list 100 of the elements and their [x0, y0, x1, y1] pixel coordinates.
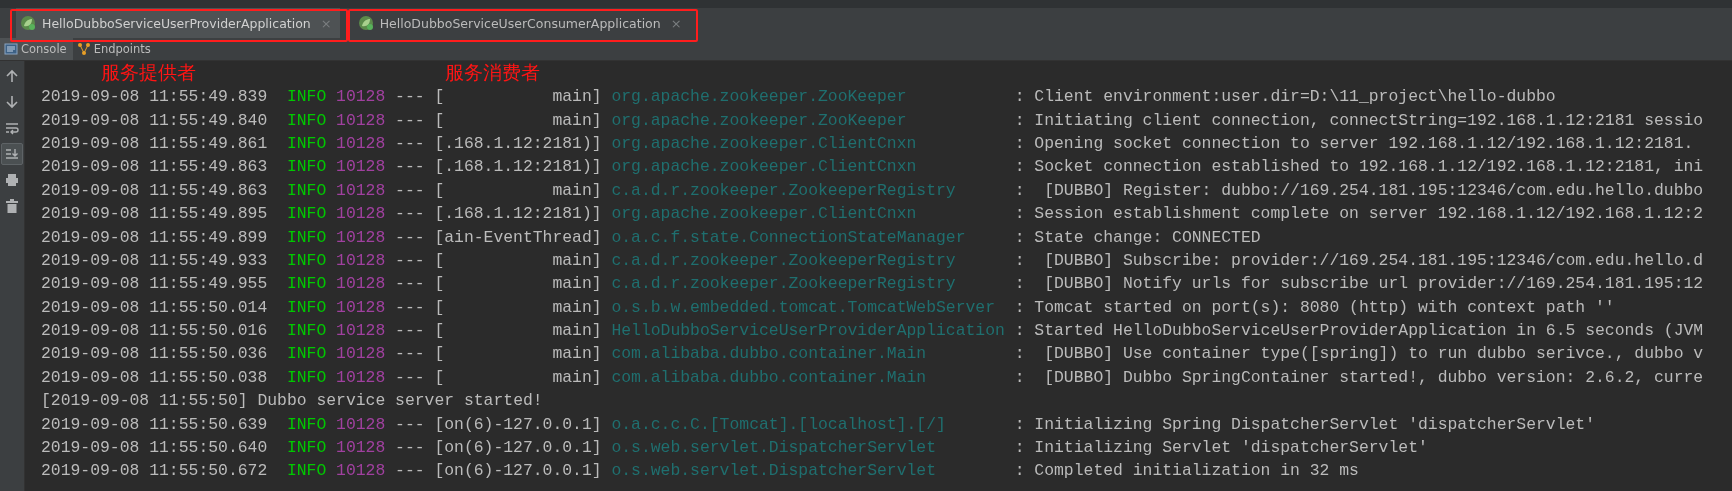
timestamp-text: 2019-09-08 11:55:50.016: [41, 321, 268, 341]
thread-text: [ main]: [434, 110, 602, 130]
log-level-text: INFO: [286, 110, 327, 130]
logger-name-text: o.s.web.servlet.DispatcherServlet: [611, 438, 937, 458]
timestamp-text: 2019-09-08 11:55:50.639: [41, 414, 268, 434]
thread-text: [on(6)-127.0.0.1]: [434, 438, 602, 458]
logger-name-text: o.a.c.f.state.ConnectionStateManager: [611, 227, 967, 247]
timestamp-text: 2019-09-08 11:55:49.861: [41, 133, 268, 153]
log-message-text: : Initializing Servlet 'dispatcherServlet': [1014, 438, 1428, 458]
thread-text: [ main]: [434, 250, 602, 270]
log-line-text: [2019-09-08 11:55:50] Dubbo service server started!: [41, 391, 543, 411]
log-message-text: : [DUBBO] Subscribe: provider://169.254.181.195:12346/com.edu.hello.d: [1014, 250, 1704, 270]
pid-text: 10128: [336, 367, 386, 387]
separator-text: ---: [395, 414, 425, 434]
log-message-text: : [DUBBO] Notify urls for subscribe url provider://169.254.181.195:12: [1014, 274, 1704, 294]
thread-text: [ main]: [434, 321, 602, 341]
logger-name-text: org.apache.zookeeper.ZooKeeper: [611, 110, 908, 130]
logger-name-text: c.a.d.r.zookeeper.ZookeeperRegistry: [611, 180, 957, 200]
annotation-text: 服务消费者: [445, 63, 540, 82]
separator-text: ---: [395, 321, 425, 341]
pid-text: 10128: [336, 227, 386, 247]
logger-name-text: com.alibaba.dubbo.container.Main: [611, 367, 928, 387]
timestamp-text: 2019-09-08 11:55:49.899: [41, 227, 268, 247]
run-tab[interactable]: HelloDubboServiceUserConsumerApplication ×: [353, 8, 690, 38]
thread-text: [ main]: [434, 180, 602, 200]
pid-text: 10128: [336, 87, 386, 107]
trash-icon: [5, 199, 19, 213]
thread-text: [.168.1.12:2181)]: [434, 157, 602, 177]
console-icon: [4, 42, 18, 56]
down-arrow-icon: [5, 95, 19, 109]
logger-name-text: c.a.d.r.zookeeper.ZookeeperRegistry: [611, 274, 957, 294]
console-tab[interactable]: Console: [0, 38, 73, 60]
pid-text: 10128: [336, 110, 386, 130]
separator-text: ---: [395, 367, 425, 387]
timestamp-text: 2019-09-08 11:55:49.863: [41, 157, 268, 177]
pid-text: 10128: [336, 461, 386, 481]
log-message-text: : Completed initialization in 32 ms: [1014, 461, 1359, 481]
log-message-text: : Tomcat started on port(s): 8080 (http) with context path '': [1014, 297, 1615, 317]
thread-text: [ main]: [434, 297, 602, 317]
log-message-text: : [DUBBO] Use container type([spring]) to run dubbo serivce., dubbo v: [1014, 344, 1704, 364]
thread-text: [ main]: [434, 367, 602, 387]
pid-text: 10128: [336, 274, 386, 294]
timestamp-text: 2019-09-08 11:55:49.840: [41, 110, 268, 130]
log-message-text: : Client environment:user.dir=D:\11_project\hello-dubbo: [1014, 87, 1556, 107]
log-level-text: INFO: [286, 227, 327, 247]
log-message-text: : Socket connection established to 192.168.1.12/192.168.1.12:2181, ini: [1014, 157, 1704, 177]
logger-name-text: org.apache.zookeeper.ZooKeeper: [611, 87, 908, 107]
logger-name-text: org.apache.zookeeper.ClientCnxn: [611, 204, 918, 224]
logger-name-text: o.s.b.w.embedded.tomcat.TomcatWebServer: [611, 297, 997, 317]
logger-name-text: o.s.web.servlet.DispatcherServlet: [611, 461, 937, 481]
separator-text: ---: [395, 87, 425, 107]
separator-text: ---: [395, 461, 425, 481]
log-message-text: : State change: CONNECTED: [1014, 227, 1261, 247]
log-level-text: INFO: [286, 344, 327, 364]
separator-text: ---: [395, 157, 425, 177]
log-level-text: INFO: [286, 438, 327, 458]
separator-text: ---: [395, 180, 425, 200]
log-level-text: INFO: [286, 274, 327, 294]
log-level-text: INFO: [286, 157, 327, 177]
timestamp-text: 2019-09-08 11:55:49.863: [41, 180, 268, 200]
log-level-text: INFO: [286, 414, 327, 434]
console-tab[interactable]: Endpoints: [72, 38, 157, 60]
pid-text: 10128: [336, 180, 386, 200]
log-message-text: : [DUBBO] Register: dubbo://169.254.181.195:12346/com.edu.hello.dubbo: [1014, 180, 1704, 200]
pid-text: 10128: [336, 204, 386, 224]
timestamp-text: 2019-09-08 11:55:49.895: [41, 204, 268, 224]
scroll-to-end-icon: [5, 147, 19, 161]
separator-text: ---: [395, 133, 425, 153]
pid-text: 10128: [336, 344, 386, 364]
thread-text: [ main]: [434, 87, 602, 107]
network-icon: [76, 42, 91, 56]
separator-text: ---: [395, 438, 425, 458]
thread-text: [ main]: [434, 274, 602, 294]
timestamp-text: 2019-09-08 11:55:50.038: [41, 367, 268, 387]
log-level-text: INFO: [286, 204, 327, 224]
timestamp-text: 2019-09-08 11:55:50.014: [41, 297, 268, 317]
separator-text: ---: [395, 227, 425, 247]
logger-name-text: c.a.d.r.zookeeper.ZookeeperRegistry: [611, 250, 957, 270]
pid-text: 10128: [336, 250, 386, 270]
run-tab[interactable]: HelloDubboServiceUserProviderApplication ×: [16, 8, 340, 38]
log-level-text: INFO: [286, 297, 327, 317]
log-level-text: INFO: [286, 461, 327, 481]
logger-name-text: org.apache.zookeeper.ClientCnxn: [611, 157, 918, 177]
separator-text: ---: [395, 344, 425, 364]
separator-text: ---: [395, 274, 425, 294]
timestamp-text: 2019-09-08 11:55:49.955: [41, 274, 268, 294]
thread-text: [on(6)-127.0.0.1]: [434, 461, 602, 481]
thread-text: [on(6)-127.0.0.1]: [434, 414, 602, 434]
log-level-text: INFO: [286, 250, 327, 270]
close-icon[interactable]: ×: [670, 15, 682, 31]
log-message-text: : [DUBBO] Dubbo SpringContainer started!, dubbo version: 2.6.2, curre: [1014, 367, 1704, 387]
timestamp-text: 2019-09-08 11:55:50.672: [41, 461, 268, 481]
separator-text: ---: [395, 297, 425, 317]
annotation-text: 服务提供者: [101, 63, 196, 82]
log-message-text: : Started HelloDubboServiceUserProviderApplication in 6.5 seconds (JVM: [1014, 321, 1704, 341]
thread-text: [.168.1.12:2181)]: [434, 133, 602, 153]
leaf-icon: [20, 15, 36, 31]
scroll-to-end-button[interactable]: [1, 143, 23, 165]
thread-text: [.168.1.12:2181)]: [434, 204, 602, 224]
pid-text: 10128: [336, 438, 386, 458]
